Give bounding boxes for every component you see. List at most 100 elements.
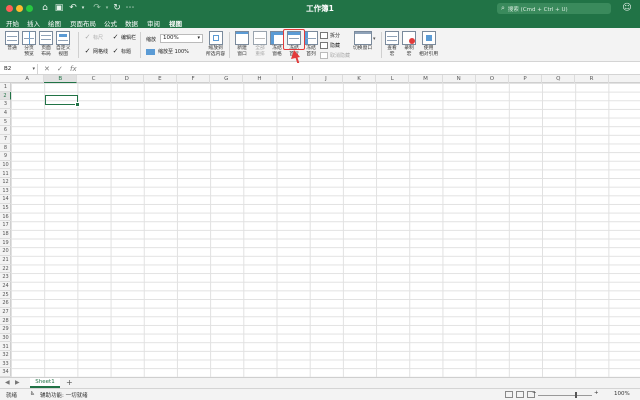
row-header[interactable]: 7 (0, 135, 11, 144)
row-header[interactable]: 19 (0, 239, 11, 248)
custom-views-button[interactable]: 自定义 视图 (56, 31, 70, 58)
row-header[interactable]: 12 (0, 178, 11, 187)
user-icon[interactable]: ☺ (622, 2, 632, 14)
row-header[interactable]: 9 (0, 152, 11, 161)
page-layout-status-icon[interactable] (516, 391, 524, 398)
selected-cell[interactable] (45, 95, 80, 107)
headings-checkbox[interactable]: ✓ 标题 (112, 48, 131, 56)
row-header[interactable]: 4 (0, 109, 11, 118)
split-button[interactable]: 拆分 (320, 32, 340, 39)
accessibility-status[interactable]: 辅助功能: 一切就绪 (40, 391, 88, 399)
tab-home[interactable]: 开始 (6, 18, 19, 28)
gridlines-checkbox[interactable]: ✓ 网格线 (84, 48, 108, 56)
row-header[interactable]: 6 (0, 126, 11, 135)
zoom-out-icon[interactable]: − (532, 390, 537, 396)
zoom-select[interactable]: 100% ▾ (160, 34, 203, 43)
row-header[interactable]: 15 (0, 204, 11, 213)
search-box[interactable]: ⌕ 搜索 (Cmd + Ctrl + U) (497, 3, 611, 14)
row-header[interactable]: 8 (0, 144, 11, 153)
row-header[interactable]: 23 (0, 273, 11, 282)
next-sheet-icon[interactable]: ▶ (15, 379, 20, 386)
previous-sheet-icon[interactable]: ◀ (5, 379, 10, 386)
column-header[interactable]: Q (542, 75, 576, 83)
column-header[interactable]: P (509, 75, 543, 83)
tab-formulas[interactable]: 公式 (104, 18, 117, 28)
column-header[interactable]: L (376, 75, 410, 83)
confirm-icon[interactable]: ✓ (57, 64, 63, 74)
column-header[interactable]: K (343, 75, 377, 83)
tab-review[interactable]: 审阅 (147, 18, 160, 28)
chevron-down-icon[interactable]: ▾ (373, 36, 376, 42)
hide-button[interactable]: 隐藏 (320, 42, 340, 49)
tab-view[interactable]: 视图 (169, 18, 182, 30)
row-header[interactable]: 1 (0, 83, 11, 92)
row-header[interactable]: 17 (0, 221, 11, 231)
page-layout-button[interactable]: 页面 布局 (39, 31, 53, 58)
cell-area[interactable] (11, 83, 640, 377)
arrange-all-button[interactable]: 全部 重排 (253, 31, 267, 58)
column-header[interactable]: O (476, 75, 509, 83)
accessibility-icon[interactable]: ♿ (30, 391, 35, 397)
zoom-to-selection-button[interactable]: 缩放到 所选内容 (206, 31, 225, 58)
row-header[interactable]: 16 (0, 213, 11, 222)
row-header[interactable]: 10 (0, 161, 11, 170)
tab-draw[interactable]: 绘图 (48, 18, 61, 28)
zoom-in-icon[interactable]: + (594, 390, 599, 396)
freeze-panes-button[interactable]: 冻结 窗格 (270, 31, 284, 58)
row-header[interactable]: 13 (0, 187, 11, 196)
column-header[interactable]: R (575, 75, 609, 83)
zoom-slider[interactable] (538, 395, 592, 396)
column-header[interactable]: N (443, 75, 476, 83)
row-header[interactable]: 20 (0, 247, 11, 256)
sheet-tab-sheet1[interactable]: Sheet1 (30, 378, 60, 388)
normal-view-button[interactable]: 普通 (5, 31, 19, 52)
formula-bar-checkbox[interactable]: ✓ 编辑栏 (112, 34, 136, 42)
column-header[interactable]: H (243, 75, 277, 83)
tab-insert[interactable]: 插入 (27, 18, 40, 28)
column-header[interactable]: B (44, 75, 78, 83)
zoom-slider-handle[interactable] (575, 392, 577, 398)
freeze-first-column-button[interactable]: 冻结 首列 (304, 31, 318, 58)
row-header[interactable]: 27 (0, 308, 11, 317)
row-header[interactable]: 25 (0, 291, 11, 300)
normal-view-status-icon[interactable] (505, 391, 513, 398)
row-header[interactable]: 28 (0, 317, 11, 326)
view-macros-button[interactable]: 查看 宏 (385, 31, 399, 58)
zoom-100-button[interactable]: 缩放至 100% (146, 48, 189, 55)
tab-data[interactable]: 数据 (125, 18, 138, 28)
row-header[interactable]: 34 (0, 368, 11, 378)
new-window-button[interactable]: 新建 窗口 (235, 31, 249, 58)
name-box[interactable]: B2 ▾ (2, 64, 38, 74)
row-header[interactable]: 5 (0, 118, 11, 127)
row-header[interactable]: 32 (0, 351, 11, 360)
row-header[interactable]: 26 (0, 299, 11, 308)
column-header[interactable]: F (177, 75, 211, 83)
row-header[interactable]: 33 (0, 360, 11, 369)
row-header[interactable]: 3 (0, 100, 11, 109)
row-header[interactable]: 31 (0, 343, 11, 352)
record-macro-button[interactable]: 录制 宏 (402, 31, 416, 58)
page-break-preview-button[interactable]: 分页 预览 (22, 31, 36, 58)
unhide-button[interactable]: 取消隐藏 (320, 52, 350, 59)
column-header[interactable]: E (144, 75, 177, 83)
relative-reference-button[interactable]: 使用 相对引用 (419, 31, 438, 58)
function-icon[interactable]: fx (70, 64, 77, 74)
column-header[interactable]: G (210, 75, 244, 83)
tab-page-layout[interactable]: 页面布局 (70, 18, 96, 28)
row-header[interactable]: 18 (0, 230, 11, 239)
row-header[interactable]: 2 (0, 91, 11, 101)
row-header[interactable]: 11 (0, 170, 11, 179)
column-header[interactable]: A (11, 75, 45, 83)
column-header[interactable]: M (409, 75, 443, 83)
row-header[interactable]: 22 (0, 265, 11, 274)
row-header[interactable]: 14 (0, 195, 11, 205)
column-header[interactable]: D (111, 75, 144, 83)
column-header[interactable]: J (310, 75, 343, 83)
row-header[interactable]: 24 (0, 282, 11, 291)
ruler-checkbox[interactable]: ✓ 标尺 (84, 34, 103, 42)
cancel-icon[interactable]: ✕ (44, 64, 50, 74)
add-sheet-icon[interactable]: + (66, 378, 73, 387)
column-header[interactable]: C (77, 75, 111, 83)
column-header[interactable]: I (277, 75, 310, 83)
switch-windows-button[interactable]: 切换窗口 (353, 31, 372, 52)
